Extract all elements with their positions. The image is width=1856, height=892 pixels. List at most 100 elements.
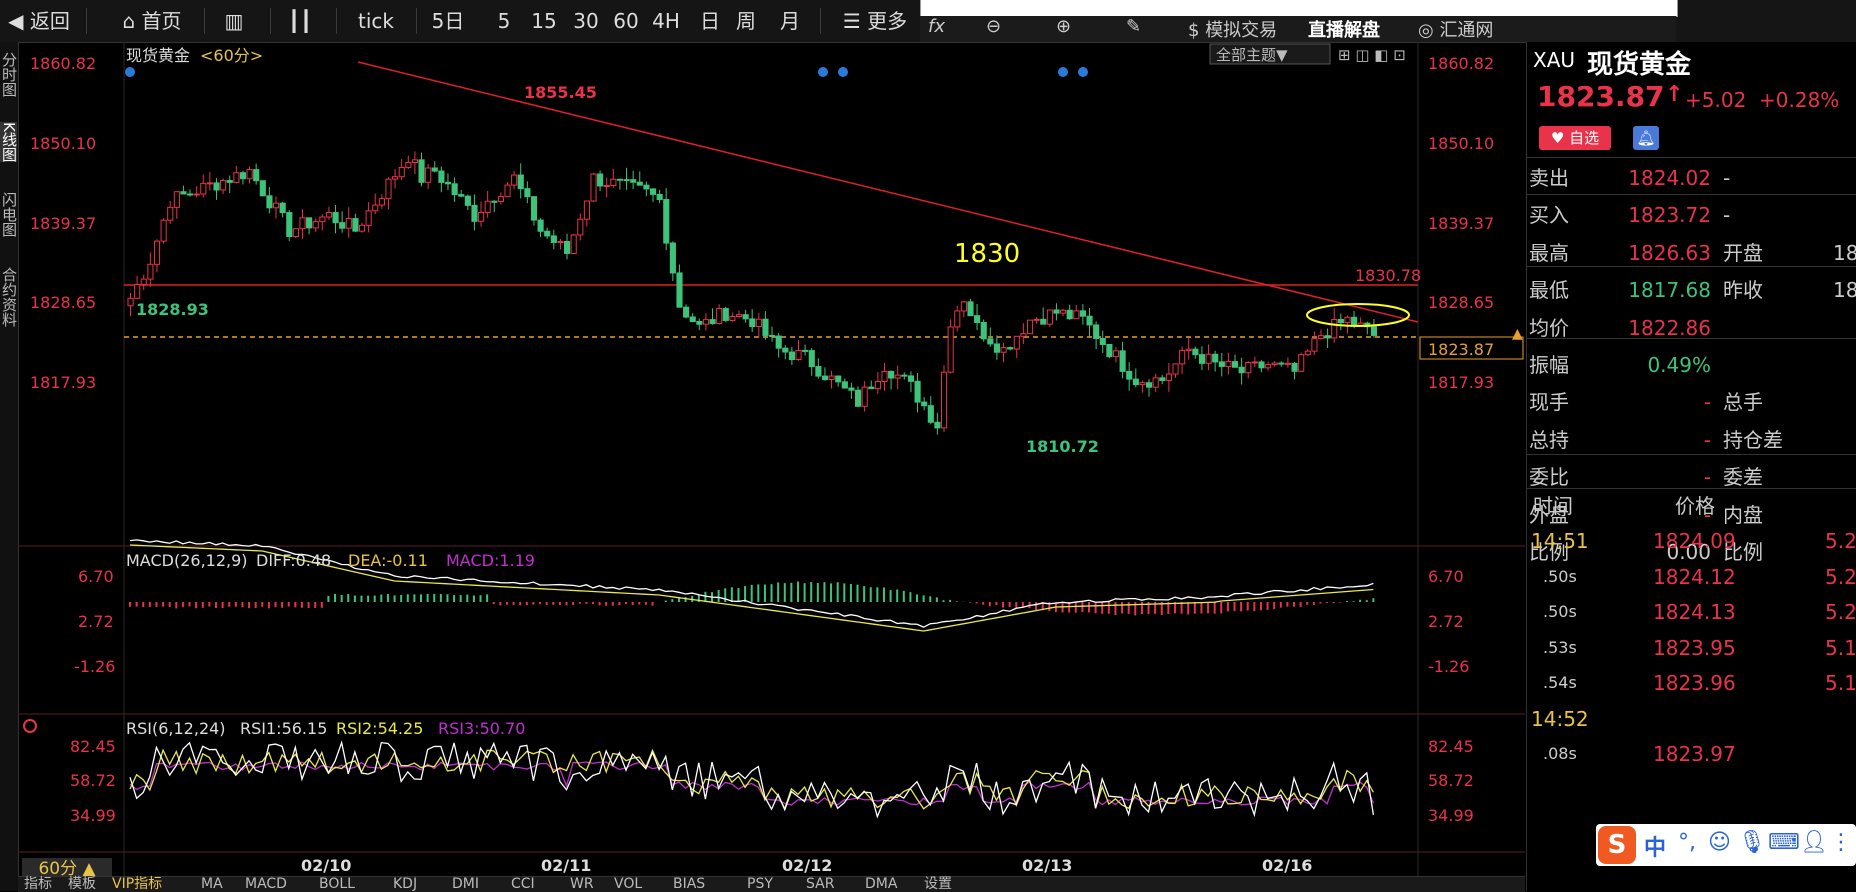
indicator-tab[interactable]: 模板 bbox=[68, 877, 96, 892]
period-button[interactable]: 15 bbox=[524, 0, 564, 42]
more-button[interactable]: ☰ 更多 bbox=[830, 0, 920, 42]
zoom-in-icon[interactable]: ⊕ bbox=[1056, 16, 1071, 37]
indicator-tab[interactable]: 设置 bbox=[924, 877, 952, 892]
indicator-tab[interactable]: DMI bbox=[452, 877, 479, 892]
ime-mode[interactable]: 中 bbox=[1644, 830, 1666, 862]
huitong-button[interactable]: ◎ 汇通网 bbox=[1418, 16, 1493, 42]
candle-body bbox=[749, 318, 756, 328]
candle-body bbox=[187, 193, 194, 196]
tick-button[interactable]: tick bbox=[346, 0, 406, 42]
period-button[interactable]: 月 bbox=[770, 0, 810, 42]
sim-trade-button[interactable]: $ 模拟交易 bbox=[1188, 16, 1277, 42]
candle-body bbox=[372, 204, 379, 212]
x-label-4: 02/16 bbox=[1262, 856, 1312, 875]
candle-body bbox=[901, 374, 908, 377]
chart-canvas[interactable]: 现货黄金 <60分> 全部主题▼ ⊞ ◫ ◧ ⊡ 1860.82 1850.10… bbox=[18, 42, 1525, 876]
indicator-tab[interactable]: WR bbox=[570, 877, 594, 892]
indicator-tab[interactable]: 指标 bbox=[24, 877, 52, 892]
theme-button[interactable]: 全部主题▼ bbox=[1216, 46, 1288, 64]
low-annotation: 1810.72 bbox=[1026, 437, 1099, 456]
layout-icons[interactable]: ⊞ ◫ ◧ ⊡ bbox=[1338, 46, 1406, 64]
quote-row-label: 最低 bbox=[1529, 278, 1569, 303]
favorite-button[interactable]: ♥ 自选 bbox=[1539, 126, 1611, 150]
period-button[interactable]: 4H bbox=[646, 0, 686, 42]
indicator-tab[interactable]: PSY bbox=[747, 877, 773, 892]
candlestick-icon[interactable]: ┃┃ bbox=[280, 0, 320, 42]
candle-body bbox=[253, 169, 260, 182]
candle-body bbox=[848, 387, 855, 391]
candle-body bbox=[385, 178, 392, 200]
candle-body bbox=[365, 210, 372, 226]
mic-icon[interactable]: 🎙︎ bbox=[1738, 830, 1766, 855]
period-button[interactable]: 日 bbox=[690, 0, 730, 42]
indicator-tab[interactable]: DMA bbox=[865, 877, 897, 892]
high-annotation: 1855.45 bbox=[524, 83, 597, 102]
candle-body bbox=[127, 297, 134, 307]
indicator-tab[interactable]: VIP指标 bbox=[112, 877, 162, 892]
period-button[interactable]: 30 bbox=[566, 0, 606, 42]
keyboard-icon[interactable]: ⌨ bbox=[1768, 830, 1800, 855]
macd-y-1-left: 2.72 bbox=[78, 612, 114, 631]
candle-body bbox=[974, 315, 981, 323]
list-icon: ☰ bbox=[842, 9, 868, 33]
indicator-tab[interactable]: VOL bbox=[614, 877, 642, 892]
live-button[interactable]: 直播解盘 bbox=[1308, 16, 1380, 42]
indicator-tab[interactable]: MACD bbox=[245, 877, 287, 892]
indicator-tab[interactable]: MA bbox=[201, 877, 223, 892]
grid-icon[interactable]: ⋮⋮ bbox=[1830, 830, 1856, 855]
user-icon[interactable]: 👤︎ bbox=[1800, 830, 1828, 855]
candle-body bbox=[775, 335, 782, 349]
x-label-3: 02/13 bbox=[1022, 856, 1072, 875]
kline-icon[interactable]: ▥ bbox=[214, 0, 254, 42]
candle-body bbox=[147, 263, 154, 280]
quote-row-value: 1822.86 bbox=[1628, 315, 1711, 340]
candle-body bbox=[530, 196, 538, 221]
sogou-icon[interactable]: S bbox=[1598, 826, 1636, 864]
emoji-icon[interactable]: ☺ bbox=[1708, 830, 1731, 855]
kline-chart[interactable]: 现货黄金 <60分> 全部主题▼ ⊞ ◫ ◧ ⊡ 1860.82 1850.10… bbox=[18, 42, 1525, 891]
candle-body bbox=[352, 218, 359, 232]
candle-body bbox=[1231, 361, 1239, 368]
candle-body bbox=[1265, 364, 1272, 369]
chart-title: 现货黄金 bbox=[126, 46, 190, 65]
fx-button[interactable]: fx bbox=[928, 16, 945, 37]
period-button[interactable]: 5日 bbox=[428, 0, 468, 42]
indicator-tab[interactable]: BOLL bbox=[319, 877, 355, 892]
period-button[interactable]: 周 bbox=[726, 0, 766, 42]
candle-body bbox=[206, 182, 213, 185]
indicator-tab[interactable]: KDJ bbox=[393, 877, 417, 892]
settings-icon[interactable] bbox=[23, 719, 37, 733]
candle-body bbox=[874, 380, 881, 390]
candle-body bbox=[332, 212, 339, 224]
home-button[interactable]: ⌂ 首页 bbox=[112, 0, 192, 42]
period-button[interactable]: 5 bbox=[484, 0, 524, 42]
pen-icon[interactable]: ✎ bbox=[1126, 16, 1141, 37]
indicator-tab[interactable]: CCI bbox=[511, 877, 535, 892]
candle-body bbox=[795, 349, 802, 361]
ime-toolbar[interactable]: S 中 °, ☺ 🎙︎ ⌨ 👤︎ ⋮⋮ bbox=[1596, 824, 1856, 866]
bell-icon[interactable]: 🔔︎ bbox=[1633, 126, 1659, 150]
period-button[interactable]: 60 bbox=[606, 0, 646, 42]
tab-timeshare[interactable]: 分时图 bbox=[0, 52, 18, 97]
tab-contract[interactable]: 合约资料 bbox=[0, 267, 18, 327]
ime-punct-icon[interactable]: °, bbox=[1678, 830, 1696, 855]
candle-body bbox=[358, 224, 366, 232]
back-button[interactable]: ◀ 返回 bbox=[4, 0, 74, 42]
candle-body bbox=[537, 219, 544, 232]
candle-body bbox=[451, 183, 458, 196]
zoom-out-icon[interactable]: ⊖ bbox=[986, 16, 1001, 37]
candle-body bbox=[273, 202, 280, 209]
quote-panel: XAU 现货黄金 1823.87 ↑ +5.02 +0.28% ♥ 自选 🔔︎ … bbox=[1526, 42, 1856, 891]
candle-body bbox=[425, 167, 432, 183]
tab-flash[interactable]: 闪电图 bbox=[0, 192, 18, 237]
x-label-1: 02/11 bbox=[541, 856, 591, 875]
indicator-tab[interactable]: BIAS bbox=[673, 877, 705, 892]
candle-body bbox=[411, 159, 419, 164]
candle-body bbox=[491, 200, 498, 203]
indicator-tab[interactable]: SAR bbox=[806, 877, 834, 892]
candle-body bbox=[1205, 353, 1212, 364]
candle-body bbox=[279, 202, 286, 214]
candle-body bbox=[180, 191, 187, 195]
candle-body bbox=[907, 375, 915, 382]
tab-kline[interactable]: K线图 bbox=[0, 122, 18, 162]
